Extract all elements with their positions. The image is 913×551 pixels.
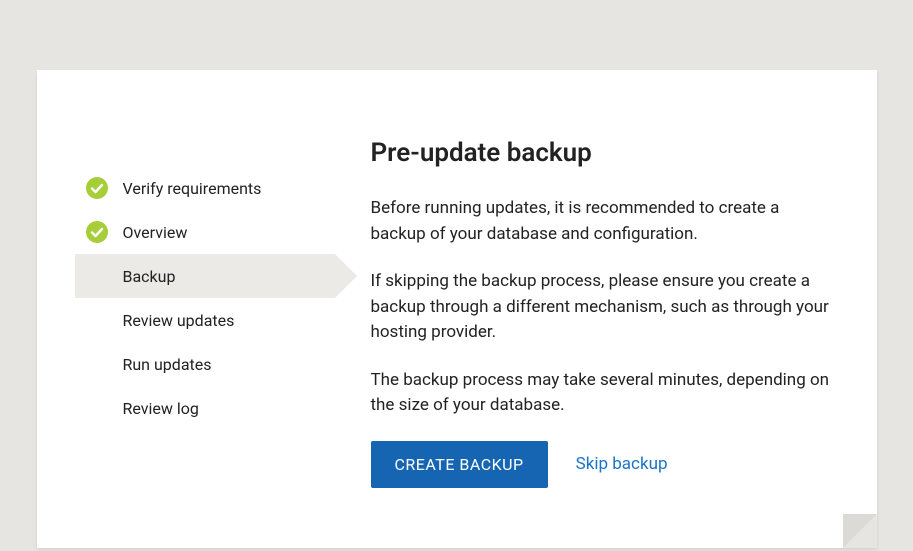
actions-row: CREATE BACKUP Skip backup — [371, 441, 839, 488]
step-label: Overview — [123, 223, 188, 242]
duration-paragraph: The backup process may take several minu… — [371, 368, 839, 419]
page-corner-fold-icon — [843, 514, 877, 548]
create-backup-button[interactable]: CREATE BACKUP — [371, 441, 548, 488]
step-label: Backup — [123, 267, 176, 286]
wizard-card: Verify requirements Overview Backup Revi… — [37, 70, 877, 548]
skip-warning-paragraph: If skipping the backup process, please e… — [371, 269, 839, 346]
page-title: Pre-update backup — [371, 138, 839, 168]
step-review-log[interactable]: Review log — [75, 386, 335, 430]
steps-list: Verify requirements Overview Backup Revi… — [75, 166, 335, 430]
step-label: Run updates — [123, 355, 212, 374]
step-label: Review updates — [123, 311, 235, 330]
wizard-steps-sidebar: Verify requirements Overview Backup Revi… — [75, 138, 335, 488]
wizard-content: Pre-update backup Before running updates… — [335, 138, 839, 488]
step-verify-requirements[interactable]: Verify requirements — [75, 166, 335, 210]
skip-backup-link[interactable]: Skip backup — [576, 454, 668, 474]
step-overview[interactable]: Overview — [75, 210, 335, 254]
step-run-updates[interactable]: Run updates — [75, 342, 335, 386]
step-label: Review log — [123, 399, 199, 418]
step-label: Verify requirements — [123, 179, 262, 198]
checkmark-icon — [85, 220, 109, 244]
step-review-updates[interactable]: Review updates — [75, 298, 335, 342]
intro-paragraph: Before running updates, it is recommende… — [371, 196, 839, 247]
step-backup[interactable]: Backup — [75, 254, 335, 298]
checkmark-icon — [85, 176, 109, 200]
